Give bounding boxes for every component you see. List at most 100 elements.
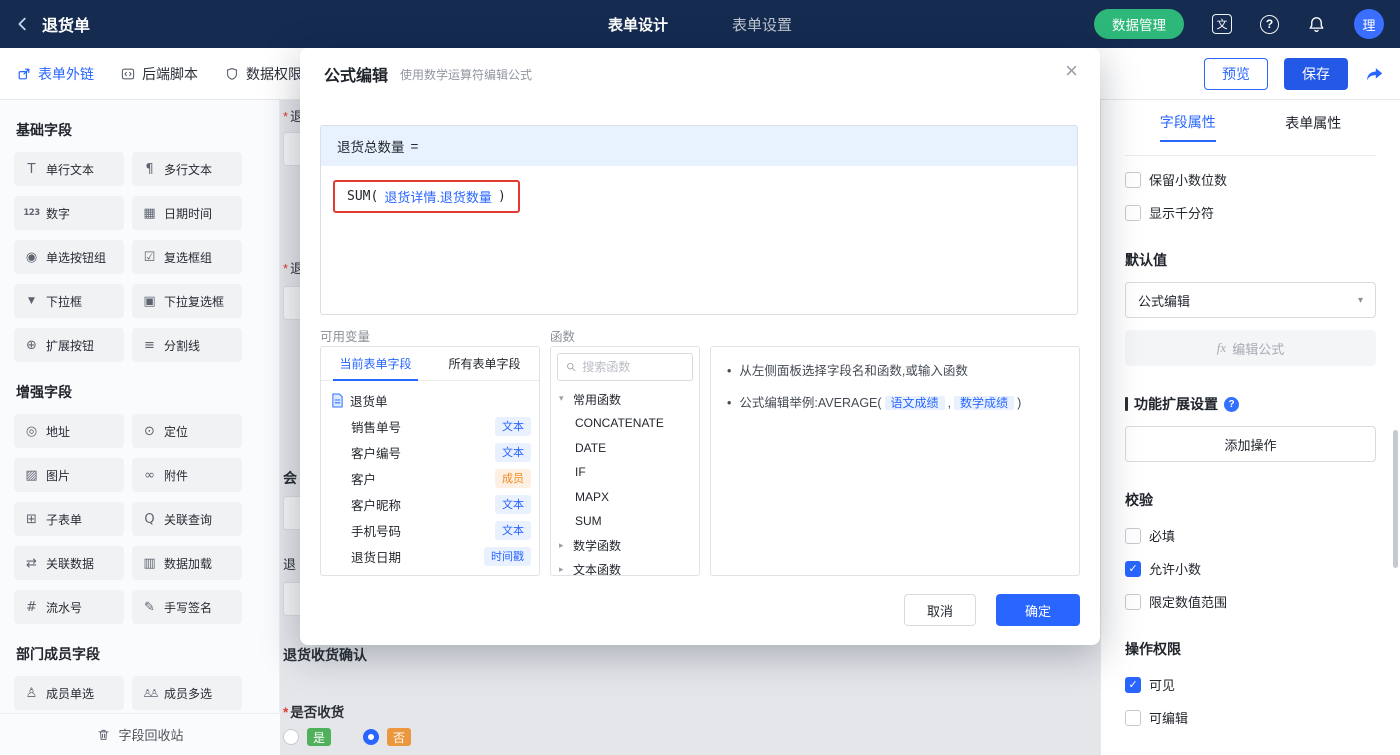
form-designer-app: 退货单 表单设计 表单设置 数据管理 文 ? 理 表单外链 后端脚本 数据权限 … bbox=[0, 0, 1400, 755]
option-editable[interactable]: 可编辑 bbox=[1125, 708, 1376, 727]
field-item-image[interactable]: ▨ 图片 bbox=[14, 458, 124, 492]
field-item-related-query[interactable]: Q 关联查询 bbox=[132, 502, 242, 536]
add-action-button[interactable]: 添加操作 bbox=[1125, 426, 1376, 462]
notification-bell-icon[interactable] bbox=[1307, 15, 1326, 34]
checkbox-checked[interactable] bbox=[1125, 676, 1141, 693]
checkbox-label: 必填 bbox=[1149, 529, 1176, 544]
scrollbar-thumb[interactable] bbox=[1393, 430, 1398, 568]
field-item-extend-button[interactable]: ⊕ 扩展按钮 bbox=[14, 328, 124, 362]
help-icon[interactable]: ? bbox=[1224, 396, 1239, 412]
field-item-label: 地址 bbox=[46, 424, 71, 439]
tab-form-settings[interactable]: 表单设置 bbox=[732, 14, 792, 35]
form-node[interactable]: 退货单 bbox=[321, 387, 539, 413]
toolbar-item-external-link[interactable]: 表单外链 bbox=[16, 64, 94, 84]
field-item-attachment[interactable]: ∞ 附件 bbox=[132, 458, 242, 492]
function-item[interactable]: MAPX bbox=[551, 485, 699, 510]
checkbox-checked[interactable] bbox=[1125, 560, 1141, 577]
save-button[interactable]: 保存 bbox=[1284, 57, 1348, 90]
field-recycle-bin[interactable]: 字段回收站 bbox=[0, 713, 280, 755]
trash-icon bbox=[98, 729, 109, 740]
field-item-subform[interactable]: ⊞ 子表单 bbox=[14, 502, 124, 536]
back-button[interactable] bbox=[14, 15, 32, 33]
field-item-divider[interactable]: ≡ 分割线 bbox=[132, 328, 242, 362]
field-item-address[interactable]: ◎ 地址 bbox=[14, 414, 124, 448]
field-item-data-load[interactable]: ▥ 数据加载 bbox=[132, 546, 242, 580]
variable-row[interactable]: 客户 成员 bbox=[321, 465, 539, 491]
data-load-icon: ▥ bbox=[143, 555, 156, 571]
checkbox-unchecked[interactable] bbox=[1125, 527, 1141, 544]
field-item-member-multi[interactable]: ♙♙ 成员多选 bbox=[132, 676, 242, 710]
function-group-common[interactable]: ▾ 常用函数 bbox=[551, 387, 699, 411]
field-item-single-line-text[interactable]: T 单行文本 bbox=[14, 152, 124, 186]
checkbox-unchecked[interactable] bbox=[1125, 204, 1141, 221]
field-item-radio-group[interactable]: ◉ 单选按钮组 bbox=[14, 240, 124, 274]
field-item-label: 定位 bbox=[164, 424, 189, 439]
function-search-input[interactable] bbox=[582, 360, 684, 374]
field-item-label: 数字 bbox=[46, 206, 71, 221]
option-limit-range[interactable]: 限定数值范围 bbox=[1125, 592, 1376, 611]
form-node-label: 退货单 bbox=[350, 394, 388, 409]
tab-all-form-fields[interactable]: 所有表单字段 bbox=[430, 347, 539, 380]
function-group-text[interactable]: ▸ 文本函数 bbox=[551, 558, 699, 575]
example-field-chip: 语文成绩 bbox=[884, 396, 945, 410]
share-icon[interactable] bbox=[1364, 64, 1384, 84]
function-item[interactable]: SUM bbox=[551, 509, 699, 534]
option-visible[interactable]: 可见 bbox=[1125, 675, 1376, 694]
field-item-member-single[interactable]: ♙ 成员单选 bbox=[14, 676, 124, 710]
formula-input-area[interactable]: SUM( 退货详情.退货数量 ) bbox=[321, 166, 1077, 227]
tab-form-design[interactable]: 表单设计 bbox=[608, 14, 668, 35]
close-icon[interactable]: × bbox=[1065, 60, 1078, 82]
field-item-dropdown[interactable]: ▼ 下拉框 bbox=[14, 284, 124, 318]
field-item-geolocation[interactable]: ⊙ 定位 bbox=[132, 414, 242, 448]
variable-row[interactable]: 客户昵称 文本 bbox=[321, 491, 539, 517]
variable-row[interactable]: 退货日期 时间戳 bbox=[321, 543, 539, 569]
field-item-label: 附件 bbox=[164, 468, 189, 483]
field-item-dropdown-multi[interactable]: ▣ 下拉复选框 bbox=[132, 284, 242, 318]
toolbar-item-data-permission[interactable]: 数据权限 bbox=[224, 64, 302, 84]
function-group-math[interactable]: ▸ 数学函数 bbox=[551, 534, 699, 558]
field-item-checkbox-group[interactable]: ☑ 复选框组 bbox=[132, 240, 242, 274]
cancel-button[interactable]: 取消 bbox=[904, 594, 976, 626]
divider bbox=[1125, 155, 1376, 156]
user-avatar[interactable]: 理 bbox=[1354, 9, 1384, 39]
default-value-select[interactable]: 公式编辑 ▾ bbox=[1125, 282, 1376, 318]
formula-field-reference: 退货详情.退货数量 bbox=[384, 190, 492, 205]
checkbox-unchecked[interactable] bbox=[1125, 709, 1141, 726]
field-item-multi-line-text[interactable]: ¶ 多行文本 bbox=[132, 152, 242, 186]
tab-current-form-fields[interactable]: 当前表单字段 bbox=[321, 347, 430, 381]
variable-row[interactable]: 客户编号 文本 bbox=[321, 439, 539, 465]
function-item[interactable]: CONCATENATE bbox=[551, 411, 699, 436]
formula-highlight-box[interactable]: SUM( 退货详情.退货数量 ) bbox=[333, 180, 520, 213]
checkbox-label: 显示千分符 bbox=[1149, 206, 1215, 221]
function-item[interactable]: DATE bbox=[551, 436, 699, 461]
checkbox-unchecked[interactable] bbox=[1125, 171, 1141, 188]
option-keep-decimal[interactable]: 保留小数位数 bbox=[1125, 170, 1376, 189]
help-icon[interactable]: ? bbox=[1260, 14, 1279, 34]
checkbox-unchecked[interactable] bbox=[1125, 593, 1141, 610]
option-thousand-separator[interactable]: 显示千分符 bbox=[1125, 203, 1376, 222]
toolbar-item-backend-script[interactable]: 后端脚本 bbox=[120, 64, 198, 84]
field-item-number[interactable]: 123 数字 bbox=[14, 196, 124, 230]
tab-field-properties[interactable]: 字段属性 bbox=[1159, 100, 1216, 142]
field-item-signature[interactable]: ✎ 手写签名 bbox=[132, 590, 242, 624]
variable-row[interactable]: 手机号码 文本 bbox=[321, 517, 539, 543]
option-required[interactable]: 必填 bbox=[1125, 526, 1376, 545]
field-item-related-data[interactable]: ⇄ 关联数据 bbox=[14, 546, 124, 580]
radio-yes[interactable] bbox=[283, 729, 299, 745]
function-item[interactable]: IF bbox=[551, 460, 699, 485]
field-item-serial-number[interactable]: # 流水号 bbox=[14, 590, 124, 624]
preview-button[interactable]: 预览 bbox=[1204, 57, 1268, 90]
required-marker: * bbox=[283, 109, 289, 124]
variable-row[interactable]: 销售单号 文本 bbox=[321, 413, 539, 439]
confirm-button[interactable]: 确定 bbox=[996, 594, 1080, 626]
edit-formula-button[interactable]: fx 编辑公式 bbox=[1125, 330, 1376, 366]
location-pin-icon: ◎ bbox=[25, 423, 38, 439]
function-search-box[interactable] bbox=[557, 353, 693, 381]
translate-icon[interactable]: 文 bbox=[1212, 14, 1232, 34]
field-item-datetime[interactable]: ▦ 日期时间 bbox=[132, 196, 242, 230]
tab-form-properties[interactable]: 表单属性 bbox=[1285, 100, 1341, 142]
radio-no-selected[interactable] bbox=[363, 729, 380, 745]
option-allow-decimal[interactable]: 允许小数 bbox=[1125, 559, 1376, 578]
field-item-label: 图片 bbox=[46, 468, 71, 483]
data-manage-button[interactable]: 数据管理 bbox=[1094, 9, 1184, 39]
